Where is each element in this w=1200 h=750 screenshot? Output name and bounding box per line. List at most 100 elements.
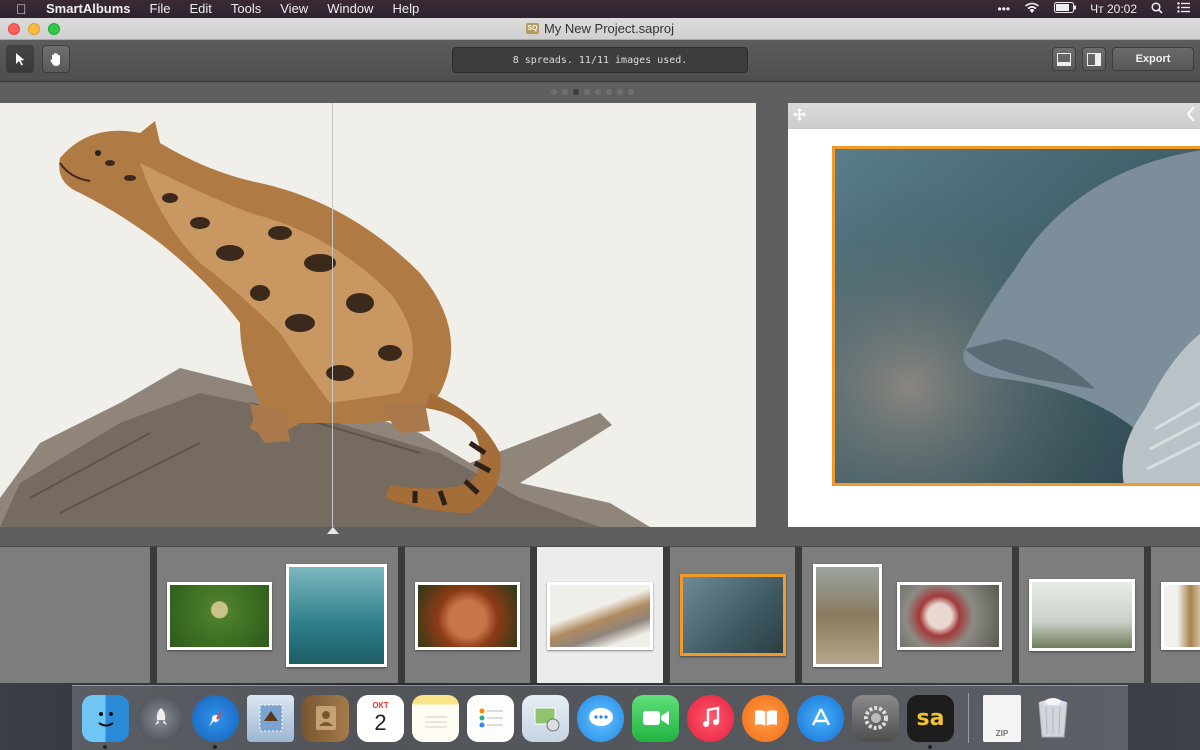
whale-thumbnail[interactable]: [680, 574, 786, 656]
spread-thumb-8[interactable]: [1151, 547, 1200, 684]
battery-icon[interactable]: [1054, 2, 1077, 16]
spread-pager: [551, 89, 634, 95]
pager-dot[interactable]: [551, 89, 557, 95]
hand-tool-button[interactable]: [42, 45, 70, 73]
finder-icon[interactable]: [82, 694, 129, 749]
calendar-day: 2: [374, 710, 387, 735]
app-store-icon[interactable]: [797, 694, 844, 742]
pager-dot[interactable]: [606, 89, 612, 95]
window-title: My New Project.saproj: [543, 21, 675, 36]
zip-label: ZIP: [995, 728, 1009, 738]
spread-canvas[interactable]: [0, 83, 1200, 546]
pager-dot[interactable]: [595, 89, 601, 95]
menubar-status-area: ••• Чт 20:02: [998, 0, 1190, 18]
orangutan-thumbnail[interactable]: [415, 582, 520, 650]
menu-help[interactable]: Help: [392, 0, 419, 18]
spotlight-icon[interactable]: [1151, 1, 1163, 17]
wifi-icon[interactable]: [1024, 2, 1040, 17]
window-titlebar[interactable]: SQ My New Project.saproj: [0, 18, 1200, 40]
running-indicator: [103, 744, 107, 749]
fern-thumbnail[interactable]: [167, 582, 272, 650]
pager-dot[interactable]: [617, 89, 623, 95]
spread-thumb-5[interactable]: [670, 547, 795, 684]
spreads-filmstrip[interactable]: [0, 546, 1200, 684]
pager-dot[interactable]: [628, 89, 634, 95]
menu-file[interactable]: File: [150, 0, 171, 18]
reminders-icon[interactable]: [467, 694, 514, 742]
close-button[interactable]: [8, 23, 20, 35]
dock-divider: [968, 693, 969, 743]
next-spread-page[interactable]: [788, 103, 1200, 527]
side-panel-icon: [1087, 52, 1101, 66]
hand-icon: [50, 52, 60, 66]
spread-thumb-6[interactable]: [802, 547, 1012, 684]
status-text: 8 spreads. 11/11 images used.: [512, 54, 688, 66]
zoom-button[interactable]: [48, 23, 60, 35]
app-menu[interactable]: SmartAlbums: [46, 0, 131, 18]
safari-icon[interactable]: [192, 694, 239, 749]
trash-icon[interactable]: [1029, 695, 1076, 742]
spread-thumb-3[interactable]: [405, 547, 530, 684]
spread-divider: [398, 547, 405, 684]
spread-thumb-1[interactable]: [0, 547, 150, 684]
page-header-bar: [788, 103, 1200, 129]
dinosaur-thumbnail[interactable]: [1161, 582, 1200, 650]
turtles-thumbnail[interactable]: [286, 564, 387, 667]
select-tool-button[interactable]: [6, 45, 34, 73]
pager-dot[interactable]: [584, 89, 590, 95]
leopard-thumbnail[interactable]: [547, 582, 653, 650]
side-panel-toggle[interactable]: [1082, 47, 1106, 71]
preview-icon[interactable]: [522, 694, 569, 742]
whale-photo-frame[interactable]: [832, 146, 1200, 486]
clock[interactable]: Чт 20:02: [1090, 2, 1137, 16]
kangaroo-thumbnail[interactable]: [813, 564, 882, 667]
bottom-panel-icon: [1057, 52, 1071, 66]
menu-view[interactable]: View: [280, 0, 308, 18]
spread-divider: [795, 547, 802, 684]
move-icon[interactable]: [793, 108, 806, 124]
minimize-button[interactable]: [28, 23, 40, 35]
calendar-icon[interactable]: ОКТ 2: [357, 694, 404, 742]
spread-divider: [150, 547, 157, 684]
smartalbums-dock-icon[interactable]: sa: [907, 694, 954, 749]
project-status-field: 8 spreads. 11/11 images used.: [452, 47, 748, 73]
spread-thumb-7[interactable]: [1019, 547, 1144, 684]
messages-icon[interactable]: [577, 694, 624, 742]
bottom-panel-toggle[interactable]: [1052, 47, 1076, 71]
mail-stamp-icon[interactable]: [247, 694, 294, 742]
notes-icon[interactable]: [412, 694, 459, 742]
pager-dot[interactable]: [562, 89, 568, 95]
pager-dot-current[interactable]: [573, 89, 579, 95]
chevron-left-icon[interactable]: [1186, 106, 1196, 127]
system-preferences-icon[interactable]: [852, 694, 899, 742]
page-fold-line: [332, 103, 333, 527]
leopard-photo[interactable]: [0, 103, 756, 527]
current-spread-page[interactable]: [0, 103, 756, 527]
menu-window[interactable]: Window: [327, 0, 373, 18]
bird-dinosaur-thumbnail[interactable]: [1029, 579, 1135, 651]
spread-divider: [530, 547, 537, 684]
menubar:  SmartAlbums File Edit Tools View Windo…: [0, 0, 1200, 18]
spread-divider: [663, 547, 670, 684]
launchpad-icon[interactable]: [137, 694, 184, 742]
whale-photo: [835, 149, 1200, 483]
itunes-icon[interactable]: [687, 694, 734, 742]
spread-thumb-4-selected[interactable]: [537, 547, 663, 684]
extras-icon[interactable]: •••: [998, 2, 1011, 16]
notification-center-icon[interactable]: [1177, 2, 1190, 16]
contacts-icon[interactable]: [302, 694, 349, 742]
ibooks-icon[interactable]: [742, 694, 789, 742]
fish-thumbnail[interactable]: [897, 582, 1002, 650]
facetime-icon[interactable]: [632, 694, 679, 742]
export-button[interactable]: Export: [1112, 47, 1194, 71]
menu-edit[interactable]: Edit: [189, 0, 211, 18]
spread-divider: [1144, 547, 1151, 684]
spread-indicator-arrow: [327, 527, 339, 534]
menu-tools[interactable]: Tools: [231, 0, 261, 18]
document-icon: SQ: [525, 23, 539, 34]
zip-file-icon[interactable]: ZIP: [983, 694, 1021, 742]
apple-menu-icon[interactable]: : [16, 0, 30, 18]
smartalbums-label: sa: [916, 705, 945, 731]
spread-thumb-2[interactable]: [157, 547, 398, 684]
dock: ОКТ 2 sa ZIP: [72, 685, 1128, 750]
